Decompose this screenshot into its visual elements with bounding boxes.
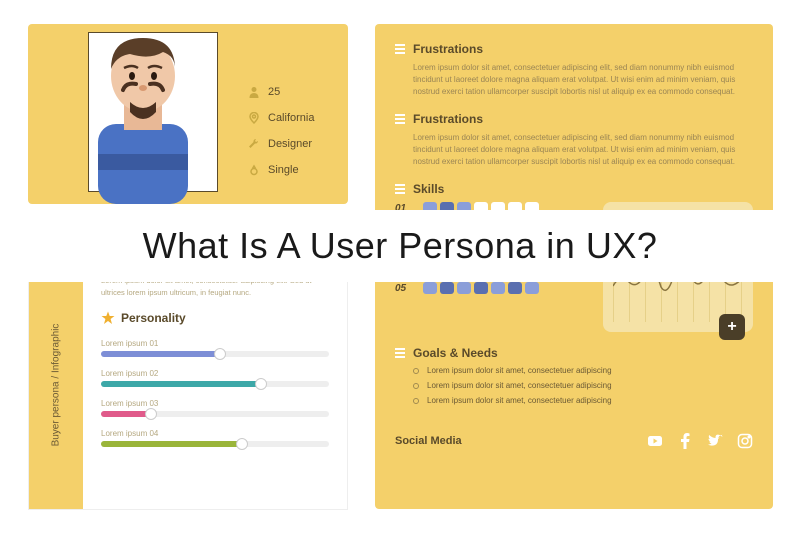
- trait-label: Lorem ipsum 02: [101, 369, 329, 378]
- trait-slider[interactable]: [101, 351, 329, 357]
- twitter-icon[interactable]: [707, 433, 723, 449]
- side-label-text: Buyer persona / Infographic: [51, 324, 62, 447]
- trait-row: Lorem ipsum 03: [101, 399, 329, 417]
- star-icon: [101, 311, 115, 325]
- trait-label: Lorem ipsum 03: [101, 399, 329, 408]
- trait-row: Lorem ipsum 02: [101, 369, 329, 387]
- section-title: Frustrations: [413, 42, 483, 56]
- goals-section: Goals & Needs Lorem ipsum dolor sit amet…: [395, 346, 753, 405]
- meta-status: Single: [248, 164, 314, 176]
- person-icon: [248, 86, 260, 98]
- meta-location: California: [248, 112, 314, 124]
- section-title: Skills: [413, 182, 444, 196]
- goal-text: Lorem ipsum dolor sit amet, consectetuer…: [427, 381, 612, 390]
- wrench-icon: [248, 138, 260, 150]
- frustrations-section-1: Frustrations Lorem ipsum dolor sit amet,…: [395, 42, 753, 98]
- trait-label: Lorem ipsum 04: [101, 429, 329, 438]
- goal-item: Lorem ipsum dolor sit amet, consectetuer…: [413, 396, 753, 405]
- goal-item: Lorem ipsum dolor sit amet, consectetuer…: [413, 381, 753, 390]
- skill-number: 05: [395, 283, 413, 294]
- youtube-icon[interactable]: [647, 433, 663, 449]
- personality-heading: Personality: [101, 311, 329, 325]
- social-media-row: Social Media: [395, 421, 753, 449]
- goal-item: Lorem ipsum dolor sit amet, consectetuer…: [413, 366, 753, 375]
- goal-text: Lorem ipsum dolor sit amet, consectetuer…: [427, 366, 612, 375]
- trait-slider[interactable]: [101, 381, 329, 387]
- meta-value: Single: [268, 164, 299, 176]
- page-title: What Is A User Persona in UX?: [143, 225, 658, 267]
- trait-row: Lorem ipsum 01: [101, 339, 329, 357]
- bars-icon: [395, 114, 405, 124]
- avatar-illustration: [68, 14, 218, 204]
- bullet-icon: [413, 368, 419, 374]
- bullet-icon: [413, 383, 419, 389]
- personality-card: Buyer persona / Infographic Lorem ipsum …: [28, 260, 348, 510]
- instagram-icon[interactable]: [737, 433, 753, 449]
- title-overlay: What Is A User Persona in UX?: [0, 210, 800, 282]
- persona-portrait: [68, 14, 228, 209]
- bars-icon: [395, 44, 405, 54]
- trait-row: Lorem ipsum 04: [101, 429, 329, 447]
- personality-title: Personality: [121, 311, 186, 325]
- meta-value: California: [268, 112, 314, 124]
- skill-row: 05: [395, 282, 585, 294]
- trait-label: Lorem ipsum 01: [101, 339, 329, 348]
- trait-slider[interactable]: [101, 411, 329, 417]
- section-body: Lorem ipsum dolor sit amet, consectetuer…: [395, 132, 753, 168]
- add-button[interactable]: +: [719, 314, 745, 340]
- bullet-icon: [413, 398, 419, 404]
- ring-icon: [248, 164, 260, 176]
- section-title: Frustrations: [413, 112, 483, 126]
- bars-icon: [395, 348, 405, 358]
- meta-role: Designer: [248, 138, 314, 150]
- facebook-icon[interactable]: [677, 433, 693, 449]
- frustrations-section-2: Frustrations Lorem ipsum dolor sit amet,…: [395, 112, 753, 168]
- bars-icon: [395, 184, 405, 194]
- section-title: Goals & Needs: [413, 346, 498, 360]
- persona-meta-list: 25 California Designer Single: [248, 86, 314, 176]
- persona-card-top-left: 25 California Designer Single: [28, 24, 348, 204]
- section-body: Lorem ipsum dolor sit amet, consectetuer…: [395, 62, 753, 98]
- trait-slider[interactable]: [101, 441, 329, 447]
- meta-value: 25: [268, 86, 280, 98]
- meta-age: 25: [248, 86, 314, 98]
- skill-blocks: [423, 282, 539, 294]
- social-label: Social Media: [395, 435, 462, 447]
- card-side-label: Buyer persona / Infographic: [29, 261, 83, 509]
- pin-icon: [248, 112, 260, 124]
- meta-value: Designer: [268, 138, 312, 150]
- goal-text: Lorem ipsum dolor sit amet, consectetuer…: [427, 396, 612, 405]
